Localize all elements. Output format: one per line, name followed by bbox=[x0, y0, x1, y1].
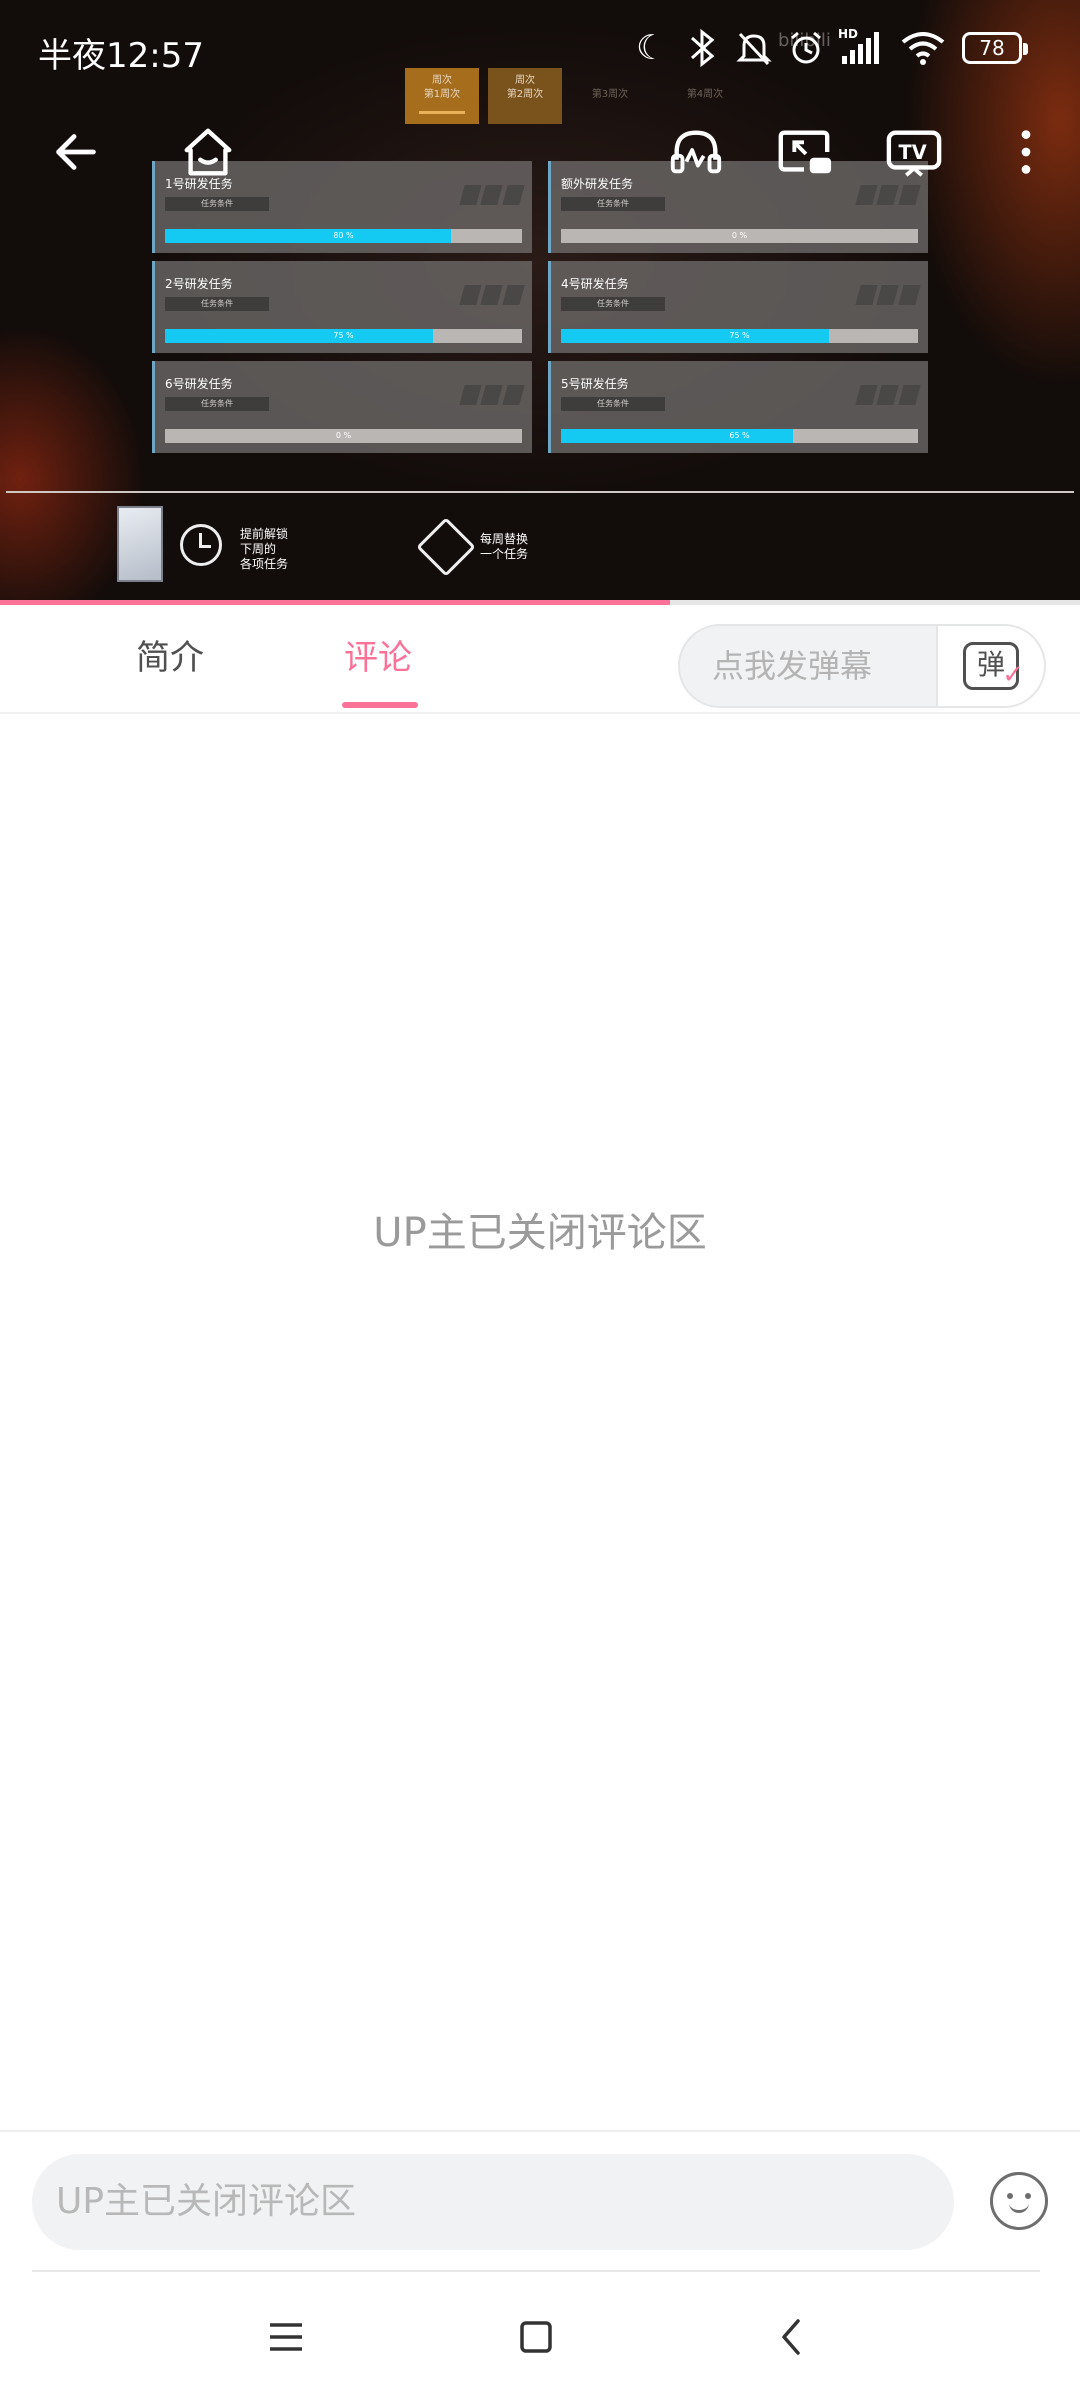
task-tag: 任务条件 bbox=[165, 397, 269, 411]
comments-closed-message: UP主已关闭评论区 bbox=[373, 1210, 707, 1256]
task-progress-label: 80 % bbox=[333, 231, 354, 240]
task-title: 5号研发任务 bbox=[561, 377, 629, 391]
playback-progress-bar[interactable] bbox=[0, 600, 1080, 605]
bell-off-icon bbox=[734, 28, 774, 77]
task-tier-icon bbox=[459, 285, 525, 305]
task-lock-icons bbox=[855, 185, 921, 205]
task-progress-bar: 65 % bbox=[561, 429, 918, 443]
wifi-icon bbox=[900, 28, 946, 77]
danmaku-icon: 弹 ✓ bbox=[963, 642, 1024, 690]
task-title: 4号研发任务 bbox=[561, 277, 629, 291]
tab-active-indicator bbox=[342, 702, 418, 708]
home-square-icon[interactable] bbox=[506, 2312, 566, 2362]
pass-card-image bbox=[117, 506, 163, 582]
task-tier-icon bbox=[459, 385, 525, 405]
swap-caption: 每周替换 一个任务 bbox=[480, 532, 529, 561]
task-title: 6号研发任务 bbox=[165, 377, 233, 391]
danmaku-input[interactable]: 点我发弹幕 bbox=[712, 626, 872, 706]
svg-text:HD: HD bbox=[838, 28, 858, 41]
task-card: 4号研发任务 任务条件 75 % bbox=[548, 261, 928, 353]
moon-icon: ☾ bbox=[636, 28, 667, 68]
task-card: 2号研发任务 任务条件 75 % bbox=[152, 261, 532, 353]
audio-mode-icon[interactable] bbox=[664, 120, 728, 184]
task-progress-bar: 80 % bbox=[165, 229, 522, 243]
task-tag: 任务条件 bbox=[165, 297, 269, 311]
tv-cast-icon[interactable]: TV bbox=[882, 120, 946, 184]
picture-in-picture-icon[interactable] bbox=[772, 120, 836, 184]
task-tier-icon bbox=[855, 385, 921, 405]
task-progress-label: 0 % bbox=[335, 431, 352, 440]
signal-hd-icon: HD bbox=[836, 27, 886, 77]
home-icon[interactable] bbox=[176, 120, 240, 184]
task-progress-label: 75 % bbox=[333, 331, 354, 340]
system-navigation-bar bbox=[0, 2272, 1080, 2400]
menu-icon[interactable] bbox=[256, 2312, 316, 2362]
battery-icon: 78 bbox=[962, 32, 1028, 64]
comment-input-placeholder: UP主已关闭评论区 bbox=[56, 2181, 357, 2222]
status-time: 半夜12:57 bbox=[38, 36, 204, 76]
task-progress-bar: 0 % bbox=[165, 429, 522, 443]
playback-progress-fill bbox=[0, 600, 670, 605]
back-arrow-icon[interactable] bbox=[44, 120, 108, 184]
swap-icon bbox=[416, 517, 476, 577]
task-tag: 任务条件 bbox=[165, 197, 269, 211]
task-card: 5号研发任务 任务条件 65 % bbox=[548, 361, 928, 453]
task-card: 6号研发任务 任务条件 0 % bbox=[152, 361, 532, 453]
status-bar: 半夜12:57 ☾ HD 78 bbox=[0, 0, 1080, 100]
video-player[interactable]: 周次 第1周次 周次 第2周次 第3周次 第4周次 1号研发任务 任务条件 80… bbox=[0, 0, 1080, 605]
task-progress-bar: 75 % bbox=[561, 329, 918, 343]
alarm-icon bbox=[786, 28, 826, 77]
more-vertical-icon[interactable] bbox=[994, 120, 1058, 184]
task-tier-icon bbox=[855, 285, 921, 305]
task-progress-label: 75 % bbox=[729, 331, 750, 340]
task-progress-label: 65 % bbox=[729, 431, 750, 440]
task-title: 额外研发任务 bbox=[561, 177, 634, 191]
task-progress-label: 0 % bbox=[731, 231, 748, 240]
back-chevron-icon[interactable] bbox=[762, 2312, 822, 2362]
danmaku-icon-glyph: 弹 bbox=[976, 648, 1005, 681]
task-tag: 任务条件 bbox=[561, 297, 665, 311]
tabs-bar: 简介 评论 点我发弹幕 弹 ✓ bbox=[0, 606, 1080, 714]
svg-text:TV: TV bbox=[899, 141, 927, 164]
comment-input-bar: UP主已关闭评论区 bbox=[0, 2130, 1080, 2270]
game-divider bbox=[6, 491, 1074, 493]
danmaku-toggle-button[interactable]: 弹 ✓ bbox=[936, 626, 1044, 706]
tab-comments[interactable]: 评论 bbox=[344, 630, 412, 686]
task-tag: 任务条件 bbox=[561, 197, 665, 211]
task-progress-bar: 75 % bbox=[165, 329, 522, 343]
bluetooth-icon bbox=[684, 28, 720, 77]
clock-lock-icon bbox=[180, 524, 222, 566]
emoji-icon[interactable] bbox=[990, 2172, 1048, 2230]
comment-input[interactable]: UP主已关闭评论区 bbox=[32, 2154, 954, 2250]
danmaku-box: 点我发弹幕 弹 ✓ bbox=[678, 624, 1046, 708]
task-card: 额外研发任务 任务条件 0 % bbox=[548, 161, 928, 253]
task-tag: 任务条件 bbox=[561, 397, 665, 411]
task-title: 2号研发任务 bbox=[165, 277, 233, 291]
unlock-caption: 提前解锁 下周的 各项任务 bbox=[240, 527, 289, 571]
task-progress-bar: 0 % bbox=[561, 229, 918, 243]
task-tier-icon bbox=[459, 185, 525, 205]
tab-intro[interactable]: 简介 bbox=[136, 630, 204, 686]
